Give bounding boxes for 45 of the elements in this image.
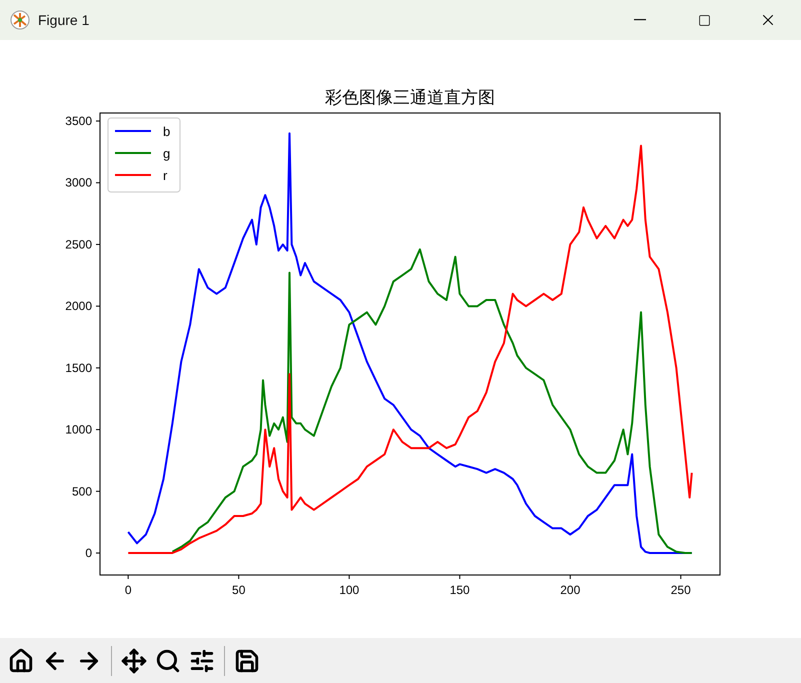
tick-label: 250 [670,583,691,597]
tick-mark [96,120,100,122]
tick-label: 0 [85,546,92,560]
legend-label: b [163,124,170,139]
tick-label: 100 [339,583,360,597]
tick-label: 500 [72,484,92,498]
home-icon [8,648,34,674]
tick-label: 1000 [65,422,92,437]
tick-mark [96,306,100,307]
maximize-icon [698,14,710,26]
window-title: Figure 1 [38,12,90,28]
legend-label: r [163,168,168,183]
tick-label: 0 [124,583,132,597]
move-icon [121,648,147,674]
minimize-icon [634,19,646,21]
move-button[interactable] [119,646,149,676]
tick-mark [128,574,129,580]
tick-label: 150 [450,583,470,597]
tick-mark [348,574,350,580]
tick-mark [96,367,100,368]
tick-label: 2500 [65,237,92,252]
legend-label: g [163,146,170,161]
tick-mark [680,574,682,580]
legend-line-sample [115,152,151,154]
legend-line-sample [115,174,151,176]
legend-line-sample [115,130,151,132]
tick-mark [459,574,460,580]
tick-mark [96,490,100,492]
tick-label: 50 [232,583,246,597]
tick-mark [96,552,100,554]
tick-mark [570,574,571,580]
save-icon [234,648,260,674]
tick-label: 3500 [65,114,92,128]
tick-mark [96,244,100,245]
tick-label: 3000 [65,176,92,190]
tick-mark [96,182,100,184]
app-icon [10,10,30,30]
tick-mark [238,574,240,580]
tick-label: 200 [560,583,580,597]
tick-mark [96,429,100,430]
tick-label: 1500 [65,360,92,375]
search-icon [155,648,181,674]
sliders-icon [189,648,215,674]
tick-label: 2000 [65,299,92,314]
chart-title: 彩色图像三通道直方图 [325,88,495,108]
